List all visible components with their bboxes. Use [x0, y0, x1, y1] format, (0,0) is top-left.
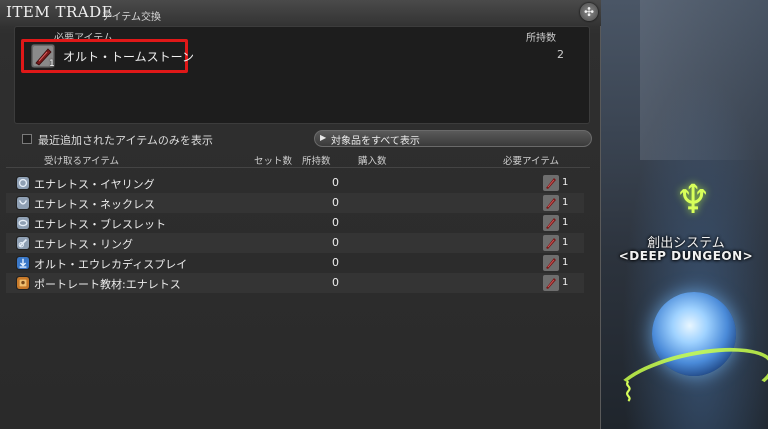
table-row[interactable]: エナレトス・ブレスレット 0 1 [6, 213, 584, 233]
close-icon[interactable]: ✣ [580, 3, 598, 21]
row-item-name: エナレトス・リング [34, 238, 133, 251]
row-item-name: エナレトス・ネックレス [34, 198, 155, 211]
deep-dungeon-emblem-icon: ♆ [675, 177, 711, 223]
tomestone-icon [543, 195, 559, 211]
table-row[interactable]: エナレトス・イヤリング 0 1 [6, 173, 584, 193]
row-owned: 0 [332, 176, 339, 189]
required-item-quantity-badge: 1 [49, 59, 55, 69]
row-item-name: エナレトス・ブレスレット [34, 218, 166, 231]
row-cost-qty: 1 [562, 217, 569, 228]
col-header-receive: 受け取るアイテム [44, 156, 120, 167]
col-header-required: 必要アイテム [503, 156, 560, 167]
necklace-icon [16, 196, 30, 210]
row-cost-qty: 1 [562, 277, 569, 288]
required-item-name: オルト・トームストーン [63, 50, 195, 64]
col-header-purchase: 購入数 [358, 156, 387, 167]
col-header-sets: セット数 [254, 156, 293, 167]
table-row[interactable]: エナレトス・リング 0 1 [6, 233, 584, 253]
table-row[interactable]: オルト・エウレカディスプレイ 0 1 [6, 253, 584, 273]
show-all-label: 対象品をすべて表示 [331, 136, 420, 147]
row-cost-qty: 1 [562, 257, 569, 268]
row-owned: 0 [332, 276, 339, 289]
item-trade-window: ITEM TRADE アイテム交換 ✣ 必要アイテム 所持数 1 オルト・トーム… [0, 0, 601, 429]
row-owned: 0 [332, 216, 339, 229]
col-header-owned: 所持数 [302, 156, 331, 167]
row-owned: 0 [332, 196, 339, 209]
glyph-icon: ⌇ [622, 378, 635, 408]
tomestone-icon [543, 175, 559, 191]
owned-header: 所持数 [526, 33, 556, 44]
recent-only-checkbox[interactable] [22, 134, 32, 144]
tomestone-icon [543, 235, 559, 251]
window-title: ITEM TRADE [6, 3, 114, 21]
ring-icon [16, 236, 30, 250]
play-arrow-icon: ▶ [320, 133, 327, 142]
table-row[interactable]: エナレトス・ネックレス 0 1 [6, 193, 584, 213]
background-pillar [640, 0, 768, 160]
earring-icon [16, 176, 30, 190]
row-cost-qty: 1 [562, 177, 569, 188]
required-item-owned: 2 [557, 48, 564, 61]
tomestone-icon [543, 255, 559, 271]
window-subtitle: アイテム交換 [102, 12, 161, 23]
row-owned: 0 [332, 256, 339, 269]
row-item-name: エナレトス・イヤリング [34, 178, 155, 191]
recent-only-label[interactable]: 最近追加されたアイテムのみを表示 [38, 132, 213, 148]
bracelet-icon [16, 216, 30, 230]
system-subtitle: <DEEP DUNGEON> [618, 249, 754, 263]
title-bar[interactable]: ITEM TRADE アイテム交換 ✣ [0, 0, 601, 26]
row-cost-qty: 1 [562, 197, 569, 208]
row-owned: 0 [332, 236, 339, 249]
row-cost-qty: 1 [562, 237, 569, 248]
row-item-name: オルト・エウレカディスプレイ [34, 258, 188, 271]
tomestone-icon [543, 275, 559, 291]
header-divider [6, 167, 590, 168]
tomestone-icon [543, 215, 559, 231]
row-item-name: ポートレート教材:エナレトス [34, 278, 181, 291]
table-row[interactable]: ポートレート教材:エナレトス 0 1 [6, 273, 584, 293]
display-icon [16, 256, 30, 270]
portrait-icon [16, 276, 30, 290]
